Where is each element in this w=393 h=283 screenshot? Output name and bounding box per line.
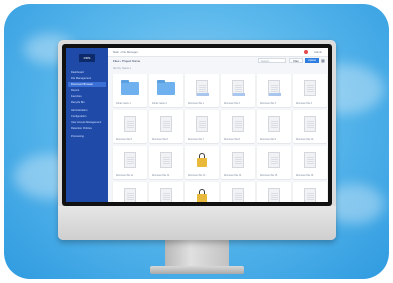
file-name: Document file 14 bbox=[224, 175, 242, 177]
document-icon bbox=[160, 116, 172, 132]
document-icon bbox=[232, 152, 244, 168]
search-input[interactable]: Search... bbox=[258, 58, 286, 63]
file-tile[interactable]: Document file 11 bbox=[113, 146, 147, 179]
file-tile[interactable]: Document file 2 bbox=[221, 74, 255, 107]
document-icon bbox=[232, 80, 245, 96]
file-tile[interactable]: Document file 17 bbox=[113, 182, 147, 202]
app-screen: DMS Dashboard File Management Document Bro… bbox=[66, 48, 328, 202]
monitor-chin bbox=[58, 206, 336, 240]
file-name: Document file 7 bbox=[188, 139, 204, 141]
file-name: Document file 5 bbox=[116, 139, 132, 141]
sidebar-item[interactable]: Administration bbox=[68, 108, 106, 113]
document-icon bbox=[304, 80, 316, 96]
file-name: Document file 2 bbox=[224, 103, 240, 105]
file-name: Document file 11 bbox=[116, 175, 134, 177]
folder-icon bbox=[157, 79, 175, 95]
lock-icon bbox=[196, 153, 208, 168]
page-title: Files › Project Name bbox=[113, 59, 141, 63]
monitor: DMS Dashboard File Management Document Bro… bbox=[58, 40, 336, 240]
file-tile[interactable]: Document file 6 bbox=[149, 110, 183, 143]
toolbar: Files › Project Name Search... Filter Up… bbox=[108, 56, 328, 66]
document-icon bbox=[124, 116, 136, 132]
file-tile[interactable]: Document file 7 bbox=[185, 110, 219, 143]
sort-bar: Sort by: Name ▾ bbox=[108, 66, 328, 72]
document-icon bbox=[304, 152, 316, 168]
sidebar-item[interactable]: Processing bbox=[68, 134, 106, 139]
document-icon bbox=[160, 152, 172, 168]
file-tile[interactable]: Document file 16 bbox=[293, 146, 327, 179]
sidebar-item[interactable]: File Management bbox=[68, 76, 106, 81]
file-name: Document file 10 bbox=[296, 139, 314, 141]
file-tile[interactable]: Document file 20 bbox=[221, 182, 255, 202]
sidebar-item[interactable]: Configuration bbox=[68, 114, 106, 119]
file-name: Document file 9 bbox=[260, 139, 276, 141]
app-logo[interactable]: DMS bbox=[79, 54, 95, 62]
file-tile[interactable]: Document file 13 bbox=[185, 146, 219, 179]
document-icon bbox=[124, 188, 136, 202]
file-tile[interactable]: Document file 18 bbox=[149, 182, 183, 202]
breadcrumb[interactable]: Main › File Manager bbox=[113, 50, 138, 54]
document-icon bbox=[268, 116, 280, 132]
document-icon bbox=[160, 188, 172, 202]
file-tile[interactable]: Document file 12 bbox=[149, 146, 183, 179]
folder-icon bbox=[121, 79, 139, 95]
file-tile[interactable]: Document file 15 bbox=[257, 146, 291, 179]
file-name: Document file 8 bbox=[224, 139, 240, 141]
document-icon bbox=[124, 152, 136, 168]
avatar[interactable] bbox=[304, 50, 308, 54]
sort-dropdown[interactable]: Sort by: Name ▾ bbox=[113, 67, 131, 70]
file-name: Document file 3 bbox=[260, 103, 276, 105]
file-name: Document file 6 bbox=[152, 139, 168, 141]
file-name: Document file 16 bbox=[296, 175, 314, 177]
document-icon bbox=[232, 188, 244, 202]
document-icon bbox=[268, 152, 280, 168]
monitor-stand-base bbox=[150, 266, 244, 274]
document-icon bbox=[232, 116, 244, 132]
filter-button[interactable]: Filter bbox=[289, 58, 303, 63]
file-tile[interactable]: Document file 21 bbox=[257, 182, 291, 202]
grid-view-icon[interactable]: ▦ bbox=[321, 58, 326, 63]
upload-button[interactable]: Upload bbox=[305, 58, 319, 63]
file-tile[interactable]: Document file 1 bbox=[185, 74, 219, 107]
file-tile[interactable]: Document file 4 bbox=[293, 74, 327, 107]
file-tile[interactable]: Document file 9 bbox=[257, 110, 291, 143]
sidebar-item[interactable]: Recycle Bin bbox=[68, 100, 106, 105]
file-tile[interactable]: Document file 5 bbox=[113, 110, 147, 143]
sidebar-item[interactable]: Recent bbox=[68, 88, 106, 93]
document-icon bbox=[196, 116, 208, 132]
document-icon bbox=[268, 80, 281, 96]
document-icon bbox=[304, 116, 316, 132]
folder-tile[interactable]: Folder name 1 bbox=[113, 74, 147, 107]
sidebar-item[interactable]: Favorites bbox=[68, 94, 106, 99]
document-icon bbox=[304, 188, 316, 202]
folder-tile[interactable]: Folder name 2 bbox=[149, 74, 183, 107]
file-name: Folder name 2 bbox=[152, 103, 167, 105]
file-name: Folder name 1 bbox=[116, 103, 131, 105]
file-name: Document file 1 bbox=[188, 103, 204, 105]
file-name: Document file 12 bbox=[152, 175, 170, 177]
user-menu[interactable]: Admin bbox=[314, 50, 322, 54]
file-tile[interactable]: Document file 22 bbox=[293, 182, 327, 202]
file-tile[interactable]: Document file 10 bbox=[293, 110, 327, 143]
sidebar-item[interactable]: Retention Policies bbox=[68, 126, 106, 131]
sidebar-item[interactable]: User Access Management bbox=[68, 120, 106, 125]
file-tile[interactable]: Document file 14 bbox=[221, 146, 255, 179]
file-tile[interactable]: Document file 8 bbox=[221, 110, 255, 143]
monitor-stand-neck bbox=[165, 240, 229, 268]
lock-icon bbox=[196, 189, 208, 202]
sidebar-item[interactable]: Document Browser bbox=[68, 82, 106, 87]
file-name: Document file 13 bbox=[188, 175, 206, 177]
file-tile[interactable]: Document file 19 bbox=[185, 182, 219, 202]
file-name: Document file 15 bbox=[260, 175, 278, 177]
document-icon bbox=[268, 188, 280, 202]
sidebar-item[interactable]: Dashboard bbox=[68, 70, 106, 75]
sidebar: DMS Dashboard File Management Document Bro… bbox=[66, 48, 108, 202]
file-tile[interactable]: Document file 3 bbox=[257, 74, 291, 107]
document-icon bbox=[196, 80, 209, 96]
file-name: Document file 4 bbox=[296, 103, 312, 105]
